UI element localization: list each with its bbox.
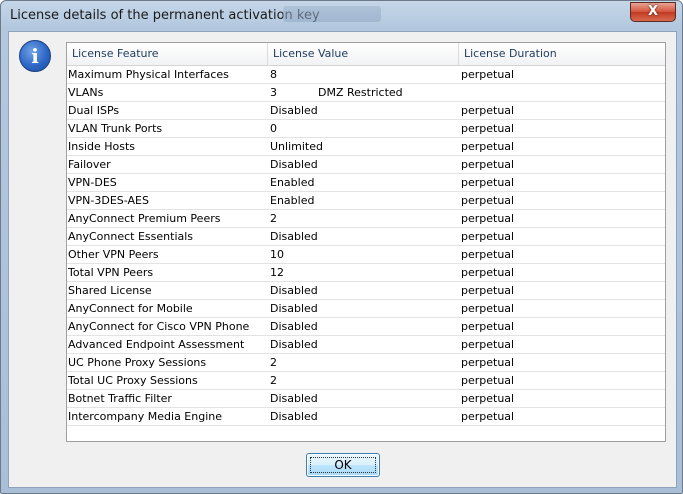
table-row[interactable]: Shared License Disabled perpetual — [67, 282, 665, 300]
feature-cell: Other VPN Peers — [68, 248, 159, 261]
table-row[interactable]: AnyConnect for Cisco VPN Phone Disabled pe… — [67, 318, 665, 336]
value-cell: Disabled — [270, 338, 318, 351]
info-icon: i — [19, 40, 51, 72]
value-cell: Unlimited — [270, 140, 323, 153]
dialog-content: i License Feature License Value License … — [8, 31, 677, 488]
ok-button[interactable]: OK — [306, 453, 380, 477]
focus-outline — [310, 457, 376, 473]
duration-cell: perpetual — [461, 320, 515, 333]
duration-cell: perpetual — [461, 392, 515, 405]
table-row[interactable]: UC Phone Proxy Sessions 2 perpetual — [67, 354, 665, 372]
column-header-duration[interactable]: License Duration — [459, 43, 665, 65]
value-cell: Disabled — [270, 104, 318, 117]
table-row[interactable]: Total UC Proxy Sessions 2 perpetual — [67, 372, 665, 390]
duration-cell: perpetual — [461, 374, 515, 387]
close-button[interactable]: X — [630, 2, 676, 22]
table-header: License Feature License Value License Du… — [67, 43, 665, 66]
value-cell: 12 — [270, 266, 284, 279]
feature-cell: Failover — [68, 158, 111, 171]
duration-cell: perpetual — [461, 338, 515, 351]
feature-cell: Total UC Proxy Sessions — [68, 374, 198, 387]
feature-cell: Shared License — [68, 284, 152, 297]
title-bar[interactable]: License details of the permanent activat… — [1, 1, 682, 31]
duration-cell: perpetual — [461, 158, 515, 171]
value-cell: 0 — [270, 122, 277, 135]
column-header-feature[interactable]: License Feature — [67, 43, 268, 65]
value-cell: Enabled — [270, 194, 315, 207]
feature-cell: VLAN Trunk Ports — [68, 122, 163, 135]
value-cell: 2 — [270, 212, 277, 225]
duration-cell: perpetual — [461, 176, 515, 189]
value-cell: 8 — [270, 68, 277, 81]
feature-cell: Dual ISPs — [68, 104, 120, 117]
feature-cell: Botnet Traffic Filter — [68, 392, 172, 405]
table-row[interactable]: VLANs 3 DMZ Restricted — [67, 84, 665, 102]
feature-cell: VPN-DES — [68, 176, 117, 189]
table-row[interactable]: AnyConnect for Mobile Disabled perpetual — [67, 300, 665, 318]
value-cell: 2 — [270, 374, 277, 387]
feature-cell: Advanced Endpoint Assessment — [68, 338, 245, 351]
value-cell: Disabled — [270, 284, 318, 297]
duration-cell: perpetual — [461, 230, 515, 243]
feature-cell: AnyConnect Premium Peers — [68, 212, 221, 225]
license-table[interactable]: License Feature License Value License Du… — [66, 42, 666, 442]
table-row[interactable]: Advanced Endpoint Assessment Disabled perp… — [67, 336, 665, 354]
value-cell: Disabled — [270, 392, 318, 405]
value-cell: Disabled — [270, 158, 318, 171]
value-cell: Enabled — [270, 176, 315, 189]
duration-cell: perpetual — [461, 122, 515, 135]
value-cell: Disabled — [270, 410, 318, 423]
duration-cell: perpetual — [461, 194, 515, 207]
table-row[interactable]: VPN-3DES-AES Enabled perpetual — [67, 192, 665, 210]
table-row[interactable]: AnyConnect Essentials Disabled perpetual — [67, 228, 665, 246]
column-header-value[interactable]: License Value — [268, 43, 459, 65]
duration-cell: perpetual — [461, 410, 515, 423]
table-row[interactable]: AnyConnect Premium Peers 2 perpetual — [67, 210, 665, 228]
table-row[interactable]: Total VPN Peers 12 perpetual — [67, 264, 665, 282]
feature-cell: Total VPN Peers — [68, 266, 154, 279]
feature-cell: AnyConnect Essentials — [68, 230, 194, 243]
table-row[interactable]: Dual ISPs Disabled perpetual — [67, 102, 665, 120]
table-row[interactable]: Inside Hosts Unlimited perpetual — [67, 138, 665, 156]
table-body: Maximum Physical Interfaces 8 perpetual VLA… — [67, 66, 665, 426]
feature-cell: VPN-3DES-AES — [68, 194, 149, 207]
value-cell: Disabled — [270, 230, 318, 243]
feature-cell: AnyConnect for Cisco VPN Phone — [68, 320, 250, 333]
duration-cell: perpetual — [461, 356, 515, 369]
table-row[interactable]: VPN-DES Enabled perpetual — [67, 174, 665, 192]
value-cell: Disabled — [270, 320, 318, 333]
value-cell: 3 — [270, 86, 277, 99]
duration-cell: perpetual — [461, 266, 515, 279]
window-title: License details of the permanent activat… — [10, 8, 320, 23]
table-row[interactable]: Failover Disabled perpetual — [67, 156, 665, 174]
duration-cell: perpetual — [461, 104, 515, 117]
feature-cell: UC Phone Proxy Sessions — [68, 356, 207, 369]
duration-cell: perpetual — [461, 284, 515, 297]
feature-cell: VLANs — [68, 86, 104, 99]
feature-cell: Inside Hosts — [68, 140, 136, 153]
feature-cell: Maximum Physical Interfaces — [68, 68, 229, 81]
table-row[interactable]: Other VPN Peers 10 perpetual — [67, 246, 665, 264]
value-note-cell: DMZ Restricted — [318, 86, 403, 99]
table-row[interactable]: Intercompany Media Engine Disabled perpetu… — [67, 408, 665, 426]
duration-cell: perpetual — [461, 212, 515, 225]
duration-cell: perpetual — [461, 302, 515, 315]
license-details-dialog: License details of the permanent activat… — [0, 0, 683, 494]
value-cell: 10 — [270, 248, 284, 261]
duration-cell: perpetual — [461, 140, 515, 153]
background-window-tab — [283, 6, 381, 22]
feature-cell: AnyConnect for Mobile — [68, 302, 193, 315]
duration-cell: perpetual — [461, 68, 515, 81]
table-row[interactable]: Maximum Physical Interfaces 8 perpetual — [67, 66, 665, 84]
value-cell: Disabled — [270, 302, 318, 315]
table-row[interactable]: Botnet Traffic Filter Disabled perpetual — [67, 390, 665, 408]
value-cell: 2 — [270, 356, 277, 369]
feature-cell: Intercompany Media Engine — [68, 410, 223, 423]
table-row[interactable]: VLAN Trunk Ports 0 perpetual — [67, 120, 665, 138]
duration-cell: perpetual — [461, 248, 515, 261]
